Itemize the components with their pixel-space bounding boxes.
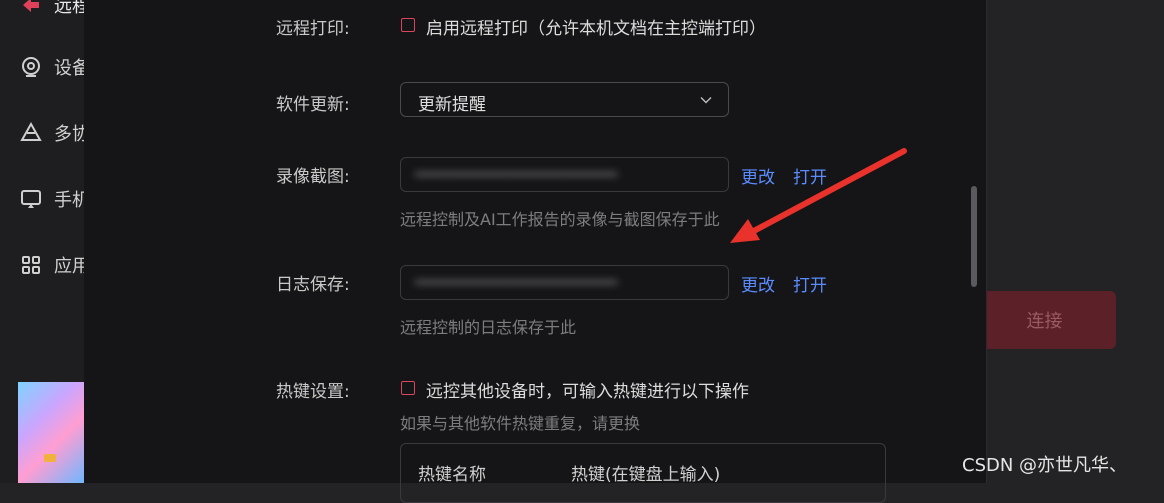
watermark: CSDN @亦世凡华、 (962, 455, 1128, 476)
annotation-arrow (730, 148, 907, 243)
